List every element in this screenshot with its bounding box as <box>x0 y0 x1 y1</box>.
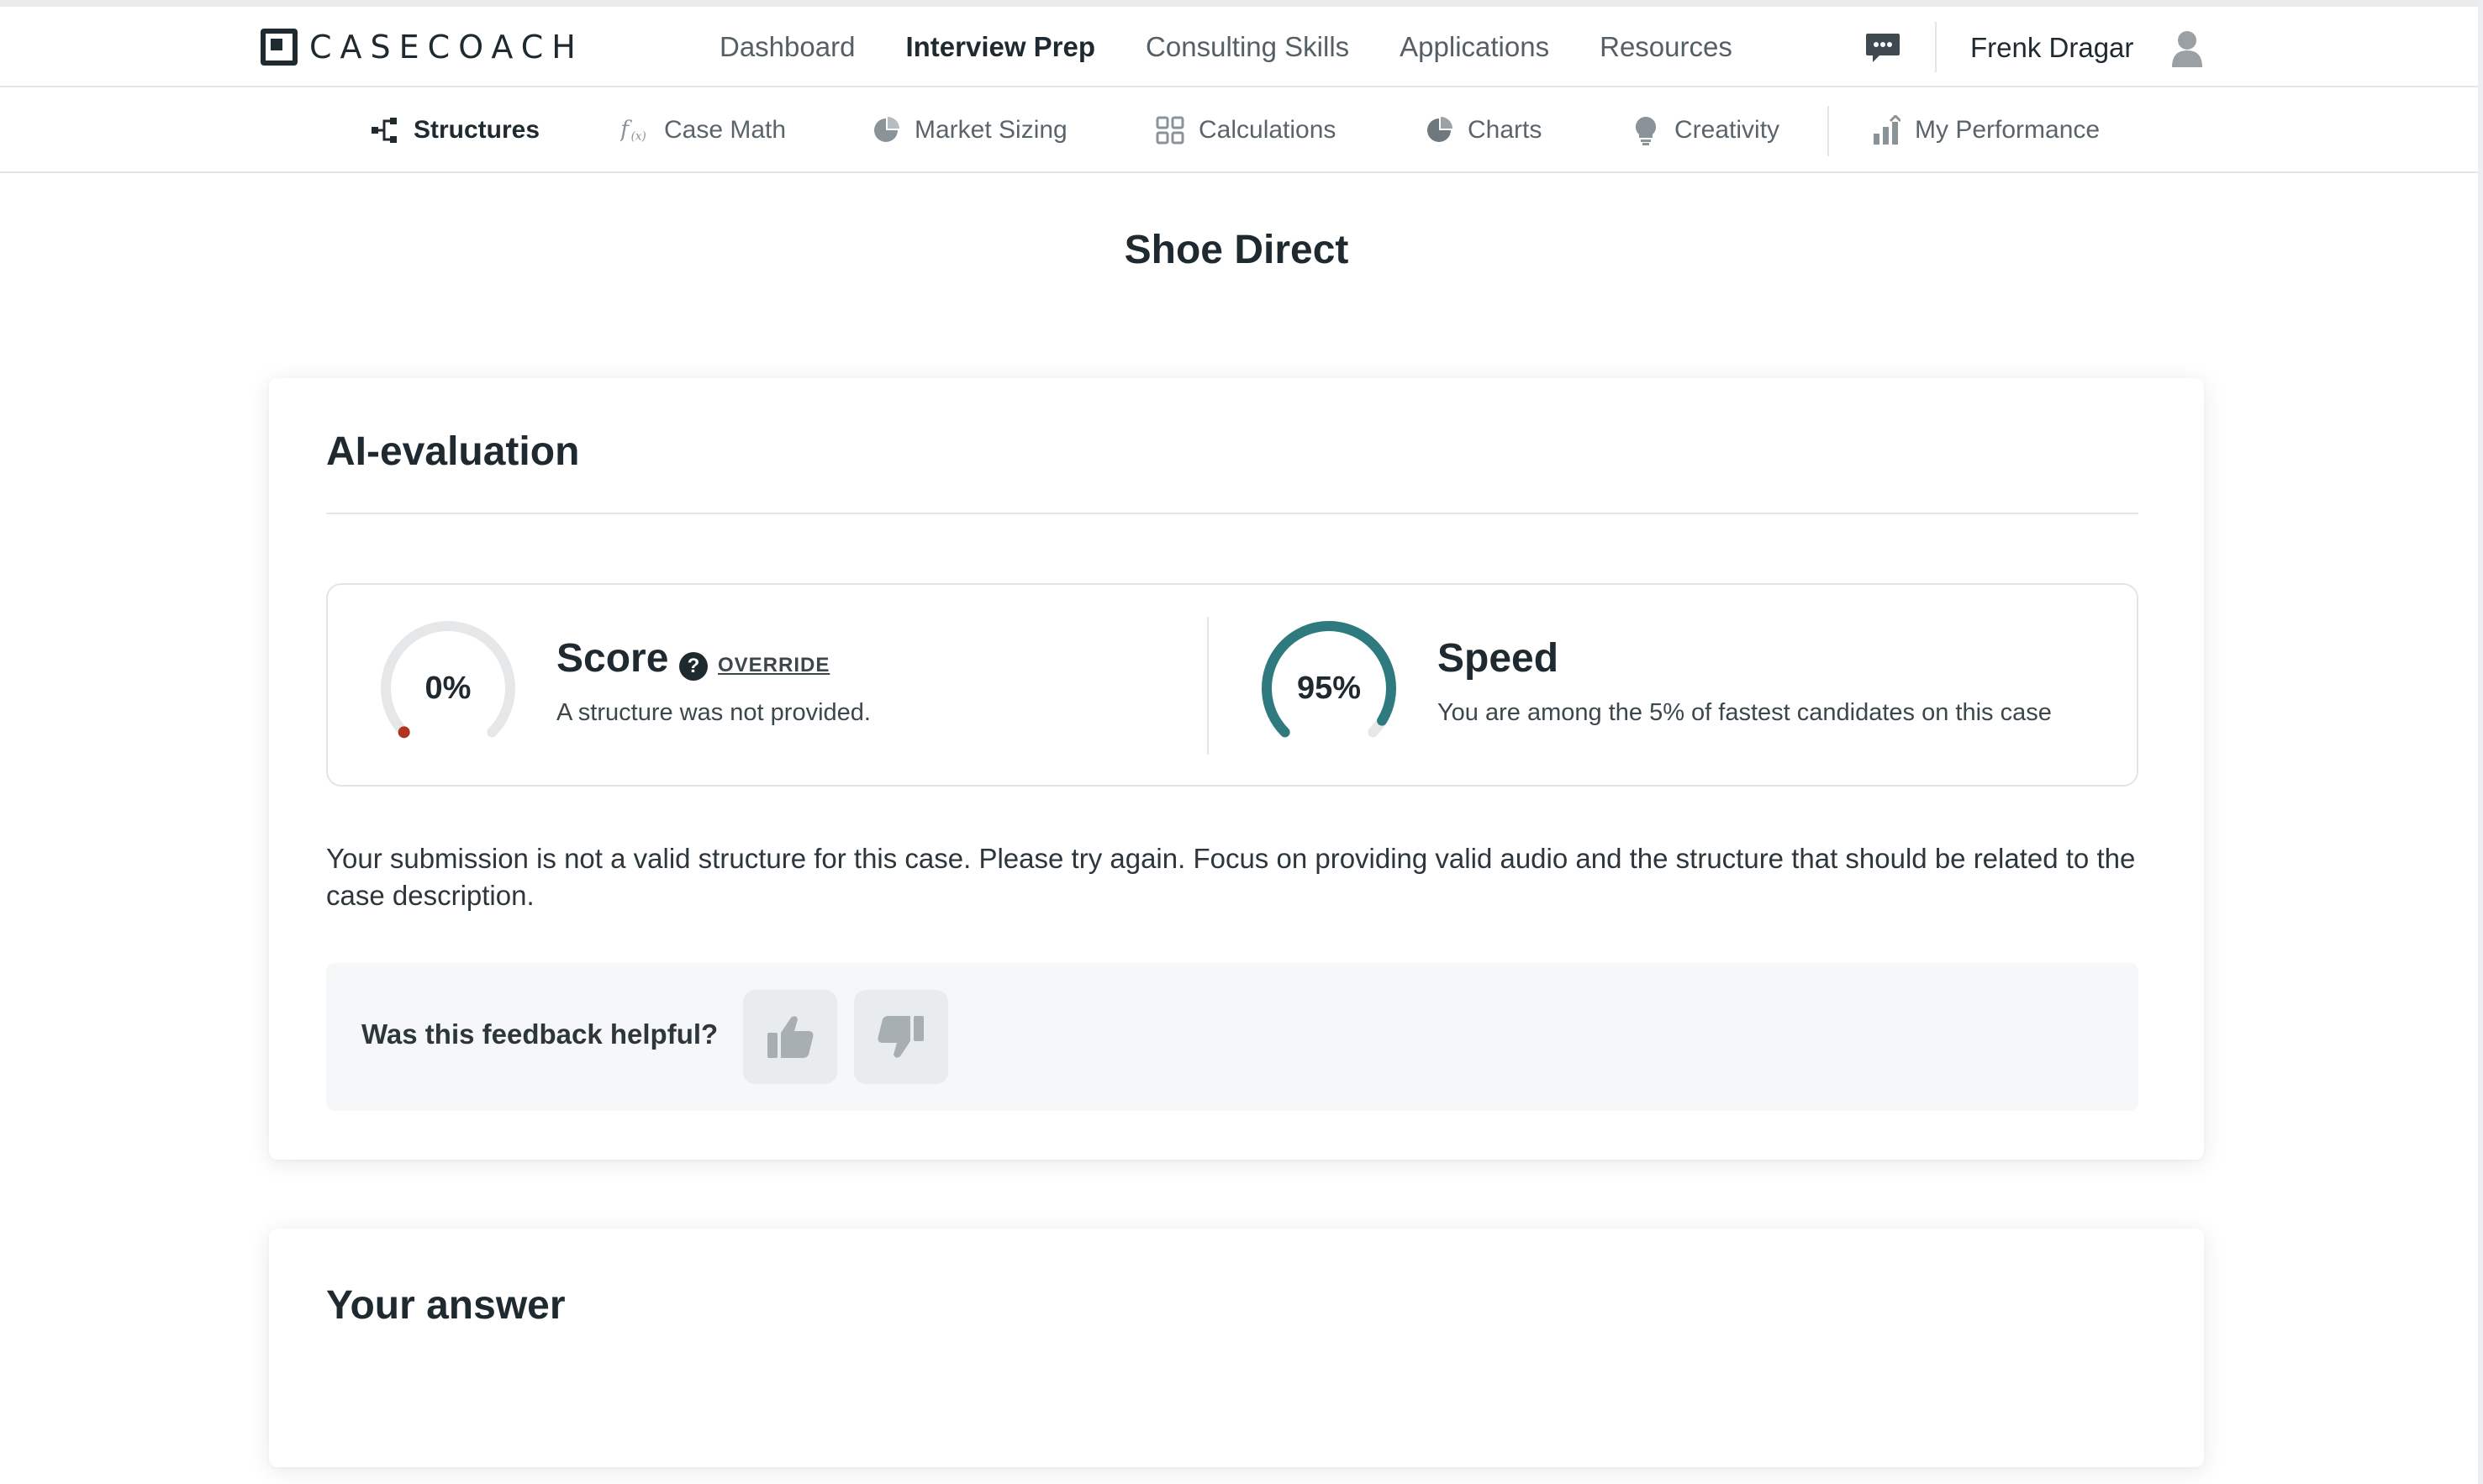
score-title: Score <box>556 636 669 681</box>
casecoach-logo[interactable]: CASECOACH <box>261 27 584 67</box>
feedback-message: Your submission is not a valid structure… <box>326 843 2136 911</box>
subnav-charts[interactable]: Charts <box>1424 87 1542 173</box>
thumbs-up-button[interactable] <box>743 990 837 1084</box>
browser-top-strip <box>0 0 2483 7</box>
chat-icon[interactable] <box>1864 32 1901 66</box>
score-gauge: 0% <box>377 617 519 760</box>
thumbs-down-button[interactable] <box>854 990 948 1084</box>
main-nav: Dashboard Interview Prep Consulting Skil… <box>720 7 1783 87</box>
speed-gauge: 95% <box>1257 617 1400 760</box>
speed-value: 95% <box>1296 670 1362 706</box>
helpful-question: Was this feedback helpful? <box>361 1018 719 1050</box>
nav-consulting-skills[interactable]: Consulting Skills <box>1146 31 1349 63</box>
subnav-label: Case Math <box>664 116 787 144</box>
logo-mark-icon <box>261 29 298 66</box>
speed-description: You are among the 5% of fastest candidat… <box>1437 699 2052 726</box>
heading-divider <box>326 513 2138 514</box>
nav-divider <box>1935 22 1937 72</box>
function-icon: f (x) <box>620 115 651 145</box>
ai-evaluation-card: AI-evaluation 0% Score ? OVERRIDE A stru… <box>269 378 2204 1160</box>
structure-icon <box>370 115 400 145</box>
answer-heading: Your answer <box>326 1283 566 1328</box>
pie-chart-icon <box>1424 115 1454 145</box>
override-link[interactable]: OVERRIDE <box>718 654 830 677</box>
subnav-market-sizing[interactable]: Market Sizing <box>871 87 1068 173</box>
subnav-label: Charts <box>1468 116 1542 144</box>
subnav-creativity[interactable]: Creativity <box>1631 87 1779 173</box>
subnav-label: Structures <box>414 116 540 144</box>
subnav-label: Market Sizing <box>915 116 1068 144</box>
subnav-calculations[interactable]: Calculations <box>1155 87 1336 173</box>
feedback-helpful-bar: Was this feedback helpful? <box>326 963 2138 1111</box>
avatar-icon[interactable] <box>2167 27 2207 69</box>
subnav-structures[interactable]: Structures <box>370 87 540 173</box>
metrics-divider <box>1207 617 1209 755</box>
nav-resources[interactable]: Resources <box>1600 31 1732 63</box>
top-navigation: CASECOACH Dashboard Interview Prep Consu… <box>0 7 2478 87</box>
thumbs-down-icon <box>878 1016 924 1058</box>
score-value: 0% <box>424 670 472 706</box>
lightbulb-icon <box>1631 115 1661 145</box>
your-answer-card: Your answer <box>269 1229 2204 1467</box>
logo-text: CASECOACH <box>309 29 584 66</box>
subnav-label: Creativity <box>1674 116 1780 144</box>
pie-chart-icon <box>871 115 901 145</box>
nav-applications[interactable]: Applications <box>1400 31 1549 63</box>
speed-title: Speed <box>1437 636 1559 681</box>
user-name[interactable]: Frenk Dragar <box>1970 32 2133 64</box>
evaluation-heading: AI-evaluation <box>326 429 580 474</box>
thumbs-up-icon <box>767 1016 814 1058</box>
svg-text:(x): (x) <box>631 130 646 144</box>
nav-interview-prep[interactable]: Interview Prep <box>905 31 1095 63</box>
subnav-label: My Performance <box>1915 116 2101 144</box>
subnav-label: Calculations <box>1199 116 1336 144</box>
scrollbar-track[interactable] <box>2478 0 2483 1484</box>
help-icon[interactable]: ? <box>679 652 708 681</box>
bar-chart-icon <box>1871 115 1901 145</box>
metrics-panel: 0% Score ? OVERRIDE A structure was not … <box>326 583 2138 787</box>
grid-icon <box>1155 115 1185 145</box>
sub-navigation: Structures f (x) Case Math Market Sizing <box>0 87 2478 173</box>
subnav-my-performance[interactable]: My Performance <box>1871 87 2100 173</box>
subnav-divider <box>1827 106 1829 156</box>
nav-dashboard[interactable]: Dashboard <box>720 31 855 63</box>
subnav-case-math[interactable]: f (x) Case Math <box>620 87 786 173</box>
score-description: A structure was not provided. <box>556 699 871 726</box>
page-title: Shoe Direct <box>1124 228 1349 272</box>
